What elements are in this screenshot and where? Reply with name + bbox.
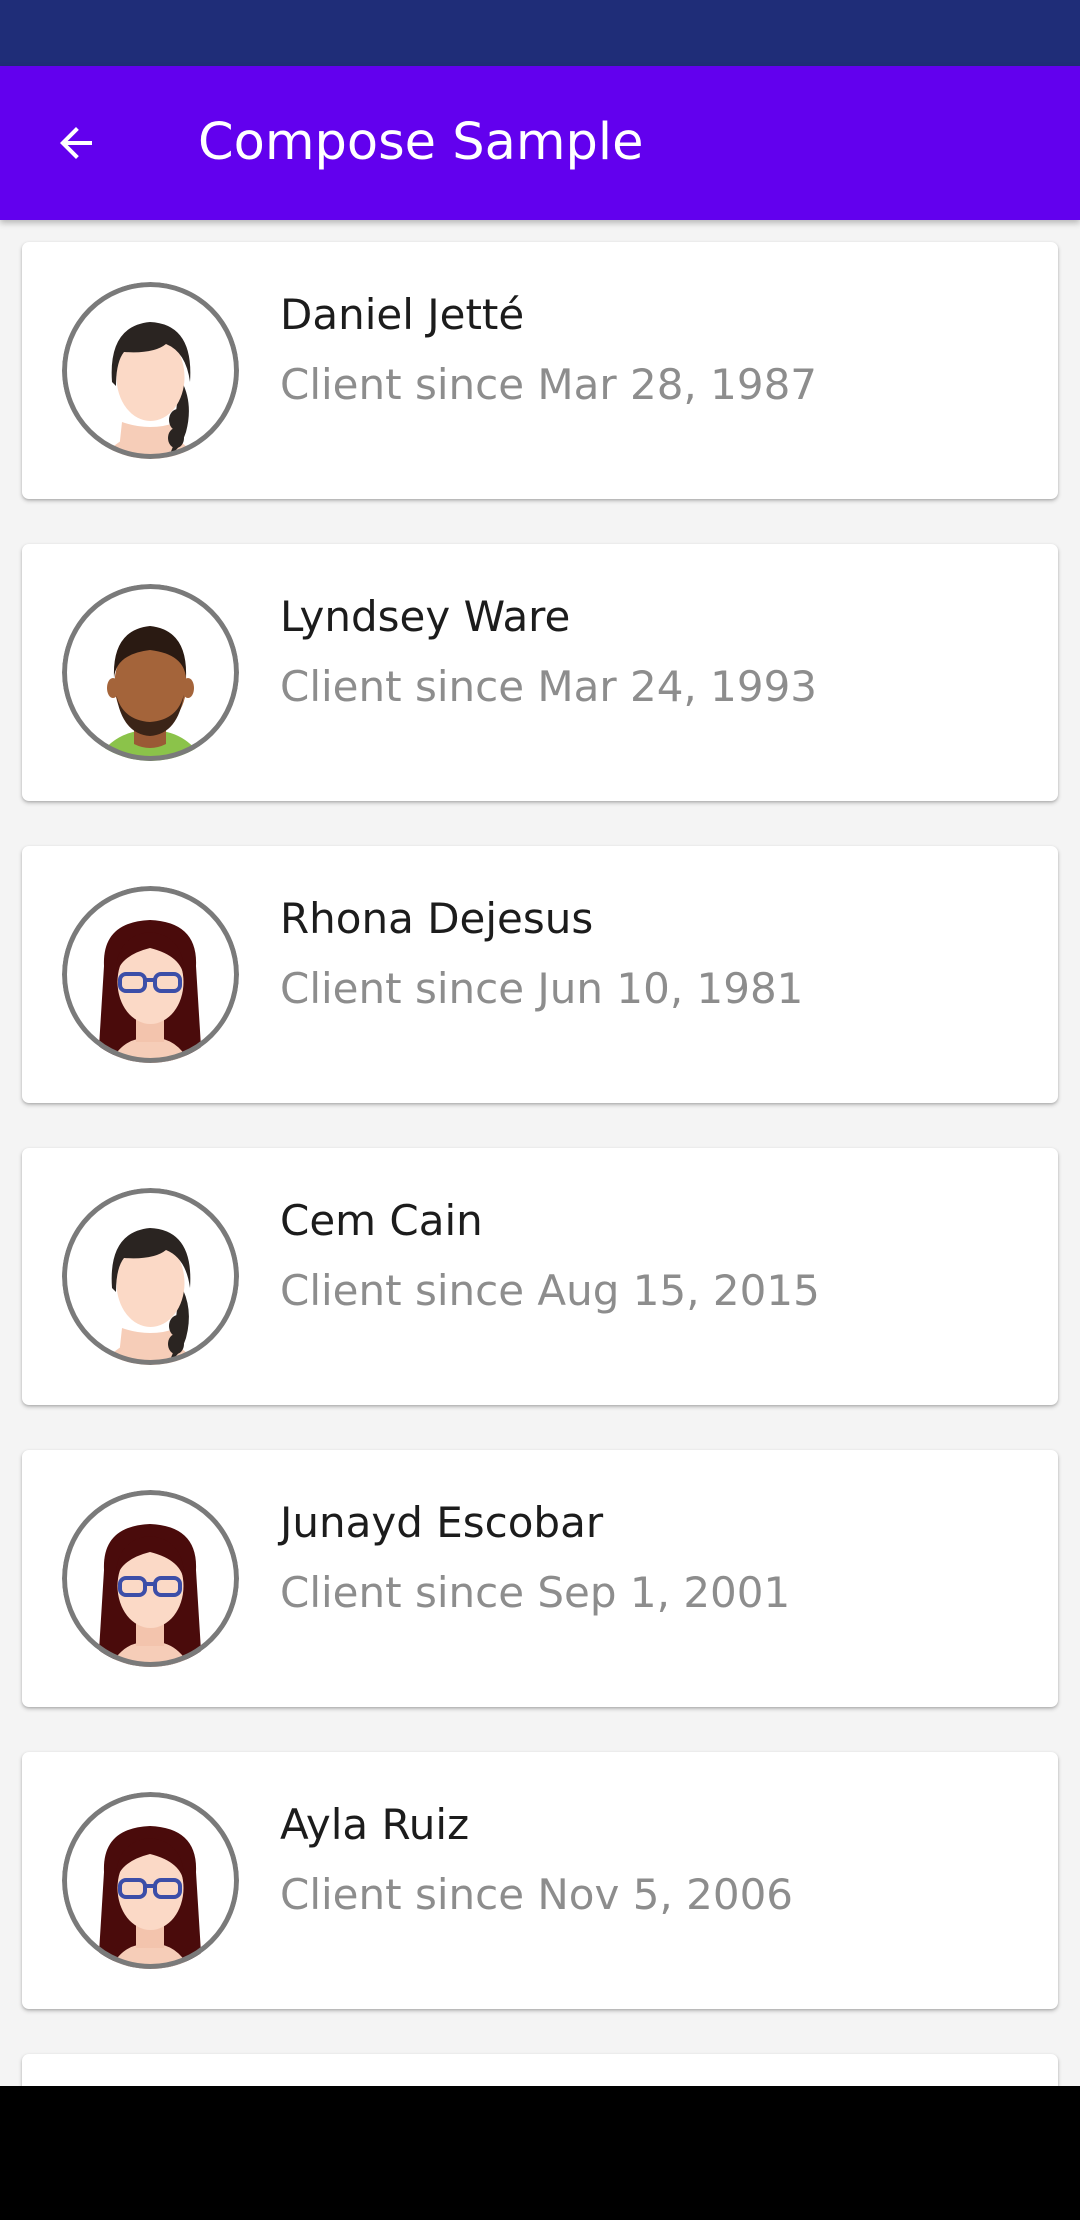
woman-glasses-avatar-icon [62, 1792, 239, 1969]
client-name: Cem Cain [280, 1196, 483, 1245]
page-title: Compose Sample [198, 113, 644, 172]
client-list[interactable]: Daniel Jetté Client since Mar 28, 1987 L… [0, 220, 1080, 2086]
status-bar [0, 0, 1080, 66]
client-name: Rhona Dejesus [280, 894, 594, 943]
woman-glasses-avatar-icon [62, 886, 239, 1063]
client-card[interactable]: Cem Cain Client since Aug 15, 2015 [22, 1148, 1058, 1405]
client-name: Junayd Escobar [280, 1498, 604, 1547]
woman-glasses-avatar-icon [62, 1490, 239, 1667]
woman-braid-avatar-icon [62, 282, 239, 459]
client-name: Daniel Jetté [280, 290, 525, 339]
client-card[interactable]: Ayla Ruiz Client since Nov 5, 2006 [22, 1752, 1058, 2009]
client-since: Client since Sep 1, 2001 [280, 1568, 791, 1617]
client-since: Client since Jun 10, 1981 [280, 964, 804, 1013]
back-button[interactable] [34, 101, 118, 185]
client-name: Ayla Ruiz [280, 1800, 470, 1849]
man-beard-avatar-icon [62, 584, 239, 761]
top-app-bar: Compose Sample [0, 66, 1080, 220]
client-since: Client since Nov 5, 2006 [280, 1870, 794, 1919]
navigation-bar [0, 2086, 1080, 2220]
arrow-back-icon [60, 127, 92, 159]
client-card[interactable]: Rhona Dejesus Client since Jun 10, 1981 [22, 846, 1058, 1103]
client-name: Lyndsey Ware [280, 592, 571, 641]
client-card-partial[interactable] [22, 2054, 1058, 2086]
woman-braid-avatar-icon [62, 1188, 239, 1365]
client-card[interactable]: Junayd Escobar Client since Sep 1, 2001 [22, 1450, 1058, 1707]
client-since: Client since Mar 28, 1987 [280, 360, 818, 409]
client-card[interactable]: Lyndsey Ware Client since Mar 24, 1993 [22, 544, 1058, 801]
client-since: Client since Mar 24, 1993 [280, 662, 818, 711]
client-since: Client since Aug 15, 2015 [280, 1266, 820, 1315]
client-card[interactable]: Daniel Jetté Client since Mar 28, 1987 [22, 242, 1058, 499]
